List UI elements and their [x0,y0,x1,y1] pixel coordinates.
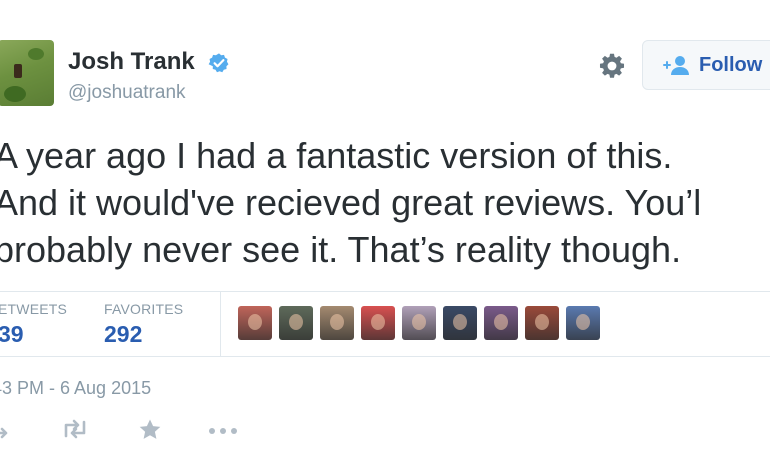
reply-icon[interactable] [0,418,8,440]
avatar-figure [14,64,22,78]
favorites-count[interactable]: 292 [104,321,142,348]
tweet-text: A year ago I had a fantastic version of … [0,135,702,270]
favoriter-avatar-7[interactable] [484,306,518,340]
more-icon[interactable] [208,426,238,436]
user-handle[interactable]: @joshuatrank [68,82,186,104]
favoriter-avatar-1[interactable] [238,306,272,340]
divider [0,356,770,357]
favoriter-avatar-2[interactable] [279,306,313,340]
favoriter-avatar-3[interactable] [320,306,354,340]
favoriter-avatar-8[interactable] [525,306,559,340]
retweets-label: ETWEETS [0,301,68,317]
favoriter-avatar-4[interactable] [361,306,395,340]
follow-button[interactable]: Follow [642,40,770,90]
gear-icon[interactable] [598,52,626,80]
favoriter-avatar-5[interactable] [402,306,436,340]
verified-badge-icon [208,53,229,73]
stats-separator [220,292,221,356]
favorites-label: FAVORITES [104,301,184,317]
display-name[interactable]: Josh Trank [68,48,195,76]
divider [0,291,770,292]
follow-label: Follow [699,53,763,76]
favoriter-avatar-6[interactable] [443,306,477,340]
add-user-icon [663,56,689,75]
favorite-icon[interactable] [138,418,162,442]
retweet-icon[interactable] [60,418,90,440]
tweet-timestamp[interactable]: 43 PM - 6 Aug 2015 [0,378,151,399]
favoriter-avatar-9[interactable] [566,306,600,340]
favoriters-list [238,306,607,340]
avatar-tree [4,86,26,102]
avatar-tree [28,48,44,60]
retweets-count[interactable]: 39 [0,321,24,348]
profile-avatar[interactable] [0,40,54,106]
